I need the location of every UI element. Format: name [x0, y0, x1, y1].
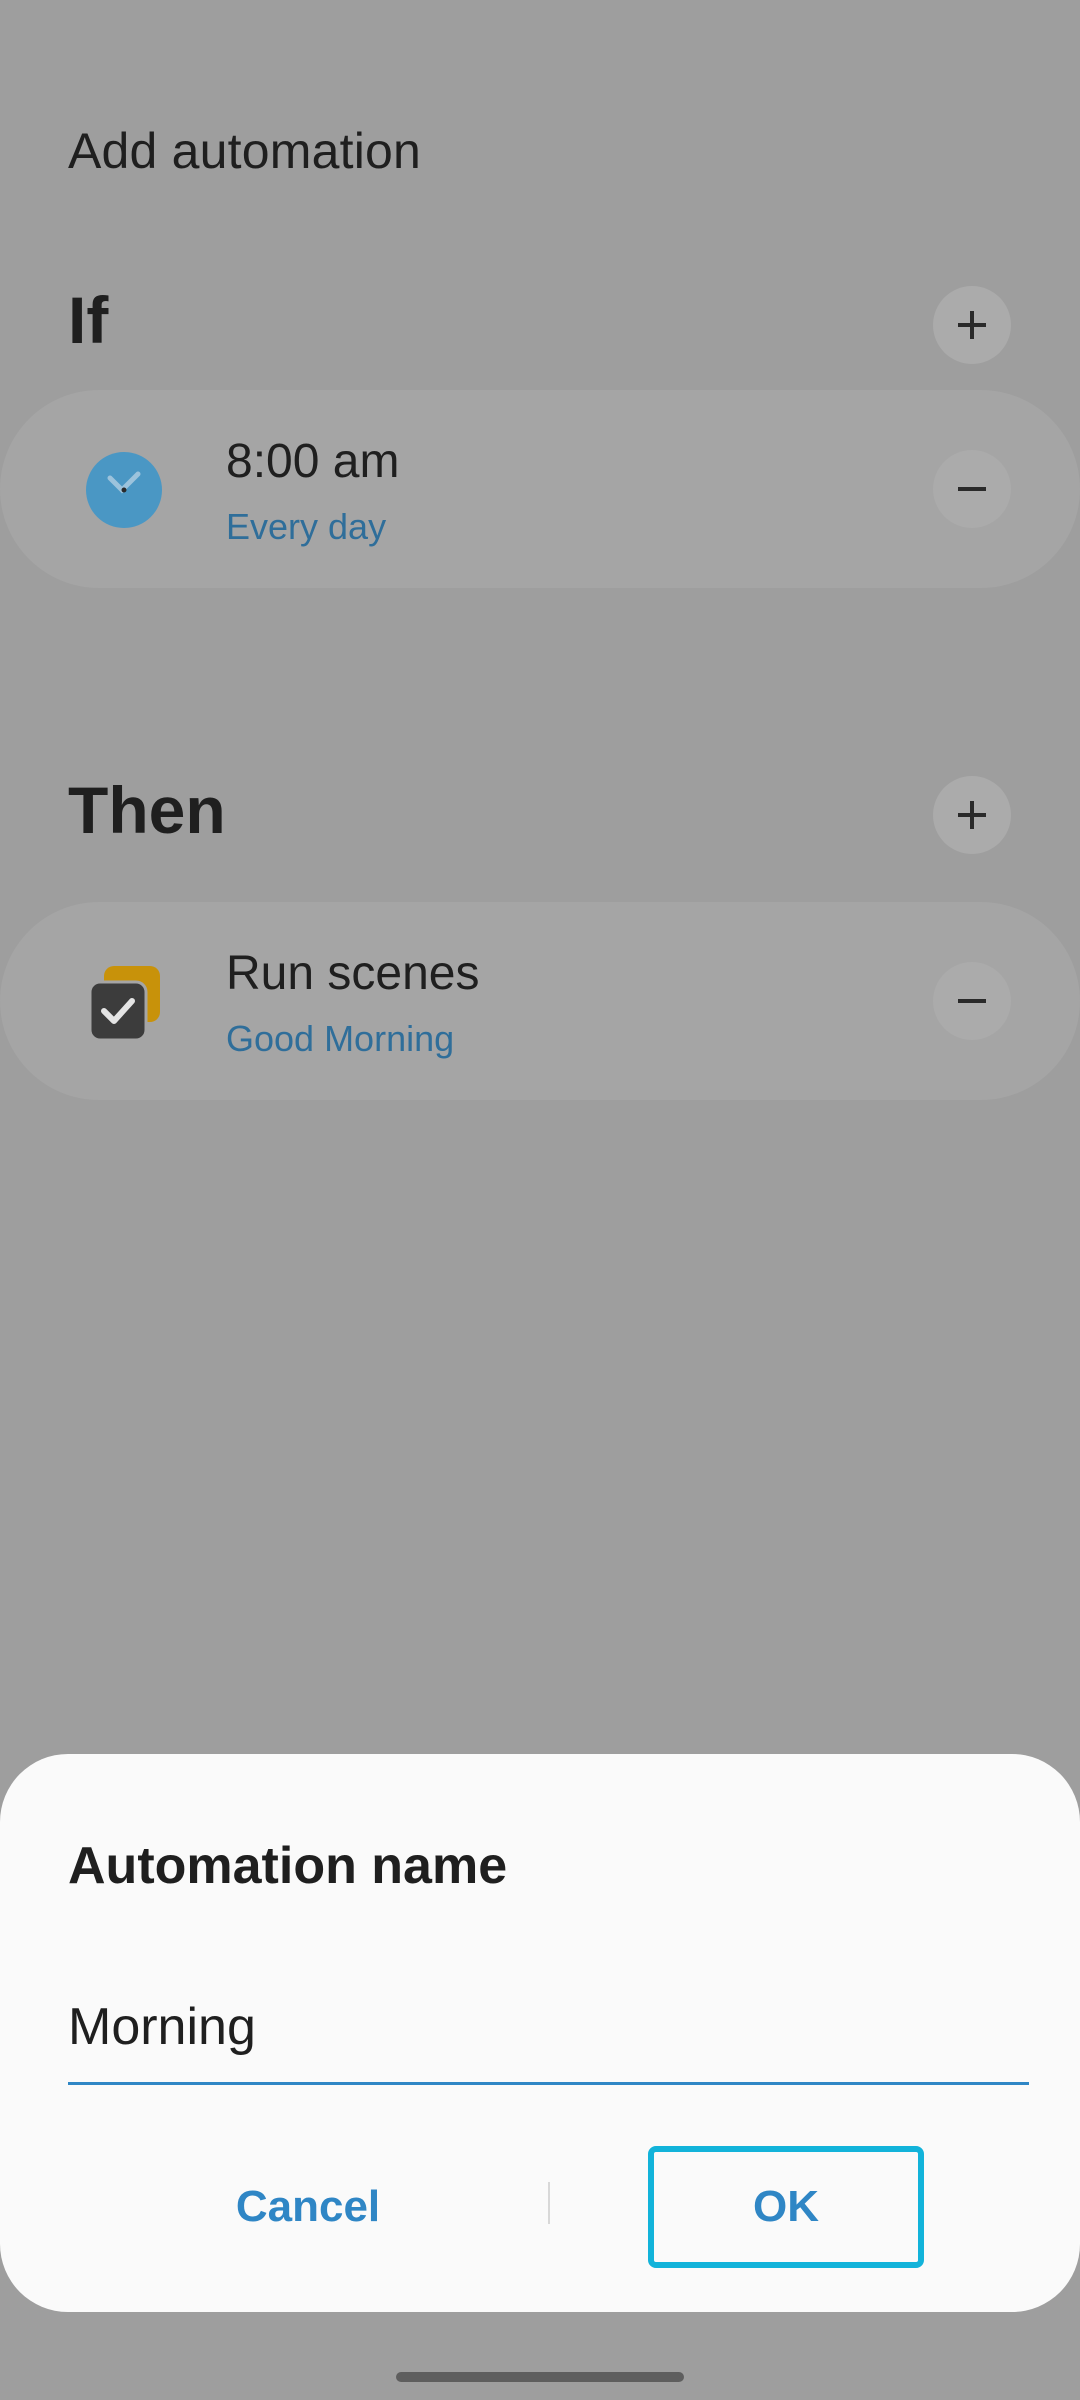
automation-name-dialog: Automation name Cancel OK: [0, 1754, 1080, 2312]
button-divider: [548, 2182, 550, 2224]
minus-icon: [958, 487, 986, 491]
scenes-icon: [88, 964, 162, 1047]
add-action-button[interactable]: [933, 776, 1011, 854]
if-section-title: If: [68, 283, 109, 357]
action-title: Run scenes: [226, 947, 480, 1000]
plus-icon: [958, 801, 986, 829]
automation-name-input[interactable]: [68, 1992, 1028, 2062]
add-condition-button[interactable]: [933, 286, 1011, 364]
condition-card[interactable]: 8:00 am Every day: [0, 390, 1080, 588]
input-underline: [68, 2082, 1029, 2085]
page-title: Add automation: [68, 123, 422, 179]
home-indicator[interactable]: [396, 2372, 684, 2382]
then-section-title: Then: [68, 773, 226, 847]
condition-repeat: Every day: [226, 506, 387, 547]
minus-icon: [958, 999, 986, 1003]
action-card[interactable]: Run scenes Good Morning: [0, 902, 1080, 1100]
remove-action-button[interactable]: [933, 962, 1011, 1040]
dialog-title: Automation name: [68, 1837, 508, 1895]
clock-icon: [86, 452, 162, 533]
ok-button[interactable]: OK: [648, 2146, 924, 2268]
action-scene-name: Good Morning: [226, 1018, 455, 1059]
cancel-button[interactable]: Cancel: [150, 2146, 466, 2268]
plus-icon: [958, 311, 986, 339]
condition-time: 8:00 am: [226, 435, 400, 488]
remove-condition-button[interactable]: [933, 450, 1011, 528]
